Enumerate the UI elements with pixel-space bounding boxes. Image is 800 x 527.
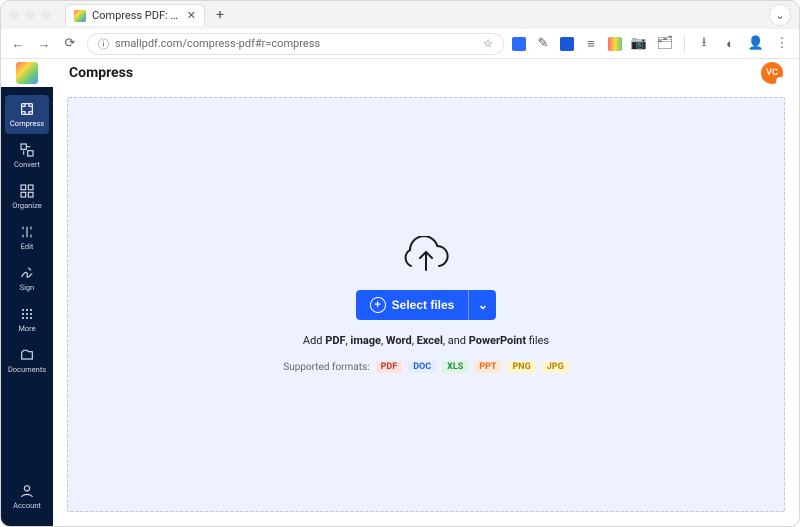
extension-icon[interactable] bbox=[608, 37, 622, 51]
select-files-group: + Select files ⌄ bbox=[356, 290, 497, 320]
sidebar-label: Compress bbox=[10, 119, 44, 128]
select-files-button[interactable]: + Select files bbox=[356, 290, 469, 320]
maximize-window-icon[interactable] bbox=[41, 10, 51, 20]
format-badge-ppt: PPT bbox=[474, 361, 501, 373]
favicon-icon bbox=[74, 10, 86, 22]
file-dropzone[interactable]: + Select files ⌄ Add PDF, image, Word, E… bbox=[67, 97, 785, 512]
sidebar-item-edit[interactable]: Edit bbox=[5, 218, 49, 257]
sidebar-nav: Compress Convert Organize Edit Sign bbox=[5, 87, 49, 388]
back-button[interactable]: ← bbox=[9, 35, 27, 53]
sidebar-label: Sign bbox=[20, 283, 35, 292]
browser-window: Compress PDF: Reduce File S ✕ + ⌄ ← → ⟳ … bbox=[0, 0, 800, 527]
bookmark-star-icon[interactable]: ☆ bbox=[483, 37, 493, 50]
more-icon bbox=[19, 306, 35, 322]
select-files-dropdown[interactable]: ⌄ bbox=[468, 290, 496, 320]
page: Compress Convert Organize Edit Sign bbox=[1, 59, 799, 526]
extension-icon[interactable] bbox=[512, 37, 526, 51]
chevron-down-icon: ⌄ bbox=[478, 298, 488, 312]
edit-icon bbox=[19, 224, 35, 240]
minimize-window-icon[interactable] bbox=[25, 10, 35, 20]
canvas: + Select files ⌄ Add PDF, image, Word, E… bbox=[53, 87, 799, 526]
close-window-icon[interactable] bbox=[9, 10, 19, 20]
close-tab-icon[interactable]: ✕ bbox=[187, 9, 196, 22]
sidebar-item-more[interactable]: More bbox=[5, 300, 49, 339]
extension-icon[interactable] bbox=[560, 37, 574, 51]
format-badge-doc: DOC bbox=[408, 361, 436, 373]
sidebar-label: Edit bbox=[21, 242, 34, 251]
profile-icon[interactable]: 👤 bbox=[747, 35, 765, 53]
organize-icon bbox=[19, 183, 35, 199]
sidebar-item-compress[interactable]: Compress bbox=[5, 95, 49, 134]
sidebar-item-organize[interactable]: Organize bbox=[5, 177, 49, 216]
extension-icon[interactable]: ≡ bbox=[582, 35, 600, 53]
sidebar-item-sign[interactable]: Sign bbox=[5, 259, 49, 298]
select-files-label: Select files bbox=[392, 298, 455, 312]
sidebar-label: Documents bbox=[8, 365, 46, 374]
format-badge-pdf: PDF bbox=[376, 361, 403, 373]
account-icon bbox=[19, 483, 35, 499]
main-area: Compress VC + Select files bbox=[53, 59, 799, 526]
sign-icon bbox=[19, 265, 35, 281]
browser-toolbar: ← → ⟳ ⓘ smallpdf.com/compress-pdf#r=comp… bbox=[1, 29, 799, 59]
download-icon[interactable]: ⭳ bbox=[695, 35, 713, 53]
url-text: smallpdf.com/compress-pdf#r=compress bbox=[115, 37, 477, 50]
tab-title: Compress PDF: Reduce File S bbox=[92, 9, 181, 22]
format-badge-jpg: JPG bbox=[542, 361, 569, 373]
menu-icon[interactable]: ⋮ bbox=[773, 35, 791, 53]
reload-button[interactable]: ⟳ bbox=[61, 35, 79, 53]
new-tab-button[interactable]: + bbox=[211, 6, 229, 24]
app-logo[interactable] bbox=[1, 59, 53, 87]
sidebar-label: Convert bbox=[14, 160, 40, 169]
window-controls bbox=[9, 10, 51, 20]
compress-icon bbox=[19, 101, 35, 117]
sidebar-label: Organize bbox=[12, 201, 42, 210]
extension-icon[interactable]: ✎ bbox=[534, 35, 552, 53]
format-badge-xls: XLS bbox=[442, 361, 468, 373]
plus-circle-icon: + bbox=[370, 297, 386, 313]
extension-icon[interactable]: 🗂 bbox=[656, 35, 674, 53]
sidebar-label: Account bbox=[13, 501, 41, 510]
page-header: Compress VC bbox=[53, 59, 799, 87]
convert-icon bbox=[19, 142, 35, 158]
contrast-icon[interactable]: ◐ bbox=[721, 35, 739, 53]
site-info-icon[interactable]: ⓘ bbox=[98, 36, 109, 52]
documents-icon bbox=[19, 347, 35, 363]
sidebar-label: More bbox=[18, 324, 35, 333]
sidebar-item-account[interactable]: Account bbox=[5, 477, 49, 516]
sidebar: Compress Convert Organize Edit Sign bbox=[1, 59, 53, 526]
extension-row: ✎ ≡ 📷 🗂 ⭳ ◐ 👤 ⋮ bbox=[512, 35, 791, 53]
dropzone-description: Add PDF, image, Word, Excel, and PowerPo… bbox=[303, 334, 549, 347]
forward-button[interactable]: → bbox=[35, 35, 53, 53]
user-avatar[interactable]: VC bbox=[761, 62, 783, 84]
page-title: Compress bbox=[69, 65, 133, 81]
format-badge-png: PNG bbox=[507, 361, 535, 373]
supported-formats: Supported formats: PDF DOC XLS PPT PNG J… bbox=[283, 361, 568, 373]
logo-icon bbox=[16, 62, 38, 84]
browser-tab[interactable]: Compress PDF: Reduce File S ✕ bbox=[65, 4, 205, 26]
formats-label: Supported formats: bbox=[283, 362, 369, 373]
window-collapse-button[interactable]: ⌄ bbox=[769, 4, 791, 26]
tab-strip: Compress PDF: Reduce File S ✕ + ⌄ bbox=[1, 1, 799, 29]
sidebar-item-convert[interactable]: Convert bbox=[5, 136, 49, 175]
sidebar-item-documents[interactable]: Documents bbox=[5, 341, 49, 380]
camera-icon[interactable]: 📷 bbox=[630, 35, 648, 53]
cloud-upload-icon bbox=[399, 236, 453, 276]
address-bar[interactable]: ⓘ smallpdf.com/compress-pdf#r=compress ☆ bbox=[87, 33, 504, 55]
